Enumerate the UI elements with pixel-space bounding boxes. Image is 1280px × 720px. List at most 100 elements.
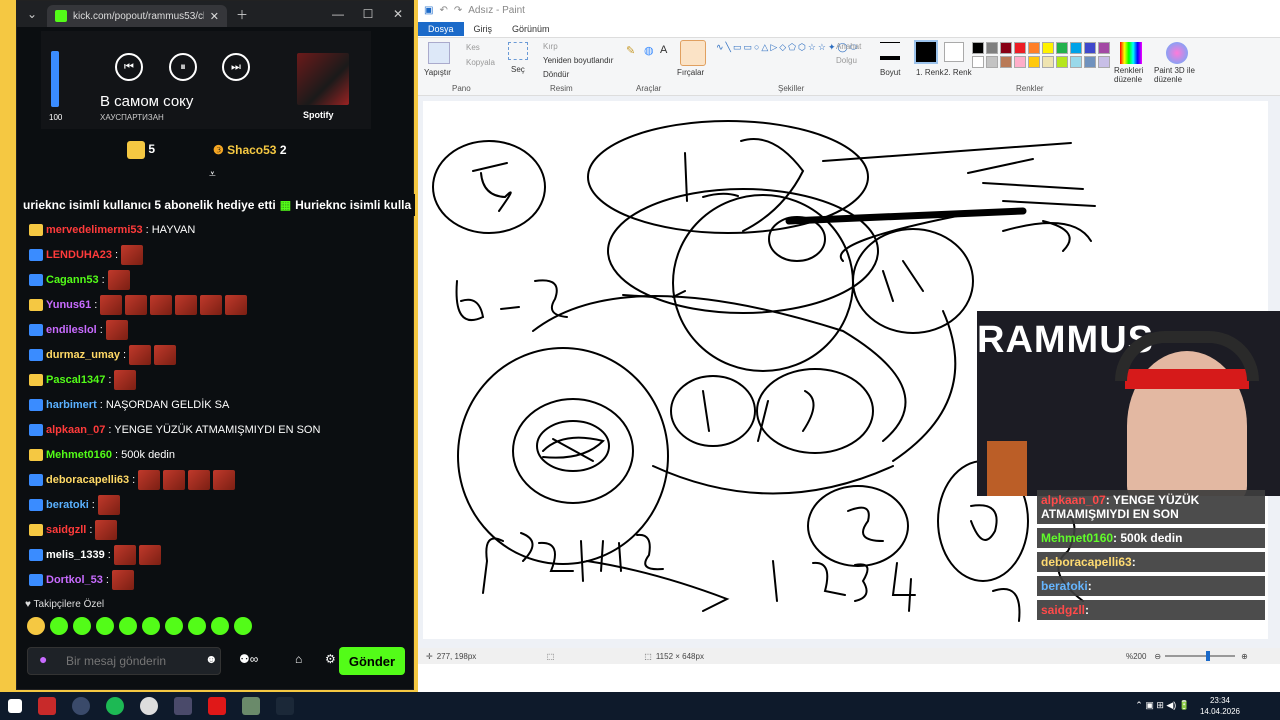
palette-swatch[interactable] <box>1000 42 1012 54</box>
maximize-icon[interactable]: ☐ <box>353 7 383 21</box>
clock[interactable]: 23:34 14.04.2026 <box>1200 695 1240 717</box>
color1-swatch[interactable] <box>914 40 938 64</box>
palette-swatch[interactable] <box>1028 42 1040 54</box>
save-icon[interactable]: ▣ <box>424 5 433 16</box>
palette-swatch[interactable] <box>986 56 998 68</box>
paste-button[interactable]: Yapıştır <box>424 68 451 77</box>
palette-swatch[interactable] <box>1056 42 1068 54</box>
zoom-thumb[interactable] <box>1205 651 1210 661</box>
voicemeeter-icon[interactable] <box>38 697 56 715</box>
microphone-icon[interactable]: ● <box>39 651 47 667</box>
palette-swatch[interactable] <box>1028 56 1040 68</box>
fill-bucket-icon[interactable]: ◍ <box>644 44 654 57</box>
palette-swatch[interactable] <box>1014 56 1026 68</box>
zoom-slider[interactable] <box>1165 651 1236 661</box>
chat-username[interactable]: durmaz_umay <box>46 349 120 361</box>
chat-username[interactable]: Yunus61 <box>46 299 91 311</box>
chat-username[interactable]: deboracapelli63 <box>46 474 129 486</box>
tab-close-icon[interactable]: ✕ <box>210 10 219 23</box>
palette-swatch[interactable] <box>1042 56 1054 68</box>
paint3d-icon[interactable] <box>1166 42 1188 64</box>
emote-icon[interactable] <box>50 617 68 635</box>
rotate-button[interactable]: Döndür <box>543 70 569 79</box>
emote-picker-icon[interactable]: ⚉∞ <box>239 652 258 666</box>
chrome-icon[interactable] <box>140 697 158 715</box>
palette-swatch[interactable] <box>986 42 998 54</box>
chat-username[interactable]: LENDUHA23 <box>46 249 112 261</box>
palette-swatch[interactable] <box>1098 56 1110 68</box>
emote-icon[interactable] <box>211 617 229 635</box>
undo-icon[interactable]: ↶ <box>439 5 447 16</box>
store-icon[interactable]: ⌂ <box>295 652 302 666</box>
paint3d-button[interactable]: Paint 3D ile düzenle <box>1154 66 1214 84</box>
palette-swatch[interactable] <box>972 42 984 54</box>
app-icon[interactable] <box>242 697 260 715</box>
palette-swatch[interactable] <box>1084 56 1096 68</box>
palette-swatch[interactable] <box>1056 56 1068 68</box>
select-button[interactable]: Seç <box>511 65 525 74</box>
new-tab-icon[interactable]: ＋ <box>227 6 257 23</box>
windows-start-icon[interactable] <box>8 699 22 713</box>
emoji-icon[interactable]: ☻ <box>205 652 218 666</box>
volume-bar[interactable] <box>51 51 59 107</box>
resize-button[interactable]: Yeniden boyutlandır <box>543 56 613 65</box>
chat-username[interactable]: Pascal1347 <box>46 374 105 386</box>
chat-username[interactable]: Mehmet0160 <box>46 449 112 461</box>
chat-username[interactable]: endileslol <box>46 324 97 336</box>
brushes-button[interactable]: Fırçalar <box>677 68 704 77</box>
copy-button[interactable]: Kopyala <box>466 58 495 67</box>
pencil-icon[interactable]: ✎ <box>626 44 635 57</box>
spotify-taskbar-icon[interactable] <box>106 697 124 715</box>
emote-icon[interactable] <box>234 617 252 635</box>
emote-icon[interactable] <box>96 617 114 635</box>
emote-icon[interactable] <box>165 617 183 635</box>
previous-track-icon[interactable]: ⏮ <box>115 53 143 81</box>
shapes-gallery[interactable]: ∿╲▭▭○△▷◇⬠⬡☆☆✦◯⬭ <box>716 42 857 82</box>
settings-gear-icon[interactable]: ⚙ <box>325 652 336 666</box>
palette-swatch[interactable] <box>972 56 984 68</box>
browser-tab[interactable]: kick.com/popout/rammus53/ch ✕ <box>47 5 227 27</box>
chat-username[interactable]: mervedelimermi53 <box>46 224 143 236</box>
fill-button[interactable]: Dolgu <box>836 56 857 65</box>
palette-swatch[interactable] <box>1000 56 1012 68</box>
tab-giris[interactable]: Giriş <box>464 22 503 36</box>
emote-icon[interactable] <box>73 617 91 635</box>
send-button[interactable]: Gönder <box>339 647 405 675</box>
tab-menu-icon[interactable]: ⌄ <box>17 7 47 21</box>
outline-button[interactable]: Anahat <box>836 42 861 51</box>
discord-icon[interactable] <box>174 697 192 715</box>
cut-button[interactable]: Kes <box>466 43 480 52</box>
palette-swatch[interactable] <box>1042 42 1054 54</box>
size-button[interactable]: Boyut <box>880 68 900 77</box>
chat-username[interactable]: beratoki <box>46 499 89 511</box>
palette-swatch[interactable] <box>1014 42 1026 54</box>
collapse-icon[interactable]: ⩡ <box>209 167 216 182</box>
chat-message-input[interactable] <box>27 647 221 675</box>
emote-icon[interactable] <box>188 617 206 635</box>
tab-dosya[interactable]: Dosya <box>418 21 464 36</box>
emote-icon[interactable] <box>142 617 160 635</box>
size-icon[interactable] <box>880 42 900 60</box>
edit-colors-button[interactable]: Renkleri düzenle <box>1114 66 1154 84</box>
tab-gorunum[interactable]: Görünüm <box>502 22 560 36</box>
next-track-icon[interactable]: ⏭ <box>222 53 250 81</box>
minimize-icon[interactable]: — <box>323 7 353 21</box>
redo-icon[interactable]: ↷ <box>454 5 462 16</box>
steam-icon[interactable] <box>276 697 294 715</box>
palette-swatch[interactable] <box>1084 42 1096 54</box>
emote-icon[interactable] <box>119 617 137 635</box>
obs-icon[interactable] <box>72 697 90 715</box>
palette-swatch[interactable] <box>1098 42 1110 54</box>
pause-icon[interactable]: ⏸ <box>169 53 197 81</box>
chat-username[interactable]: Dortkol_53 <box>46 574 103 586</box>
brush-icon[interactable] <box>680 40 706 66</box>
zoom-in-icon[interactable]: ⊕ <box>1241 652 1248 661</box>
select-icon[interactable] <box>508 42 528 60</box>
palette-swatch[interactable] <box>1070 56 1082 68</box>
paste-icon[interactable] <box>428 42 450 64</box>
zoom-out-icon[interactable]: ⊖ <box>1154 652 1161 661</box>
chat-username[interactable]: Cagann53 <box>46 274 99 286</box>
edit-colors-icon[interactable] <box>1120 42 1142 64</box>
system-tray-icons[interactable]: ⌃ ▣ ⊞ ◀) 🔋 <box>1135 700 1190 711</box>
chat-username[interactable]: alpkaan_07 <box>46 424 105 436</box>
